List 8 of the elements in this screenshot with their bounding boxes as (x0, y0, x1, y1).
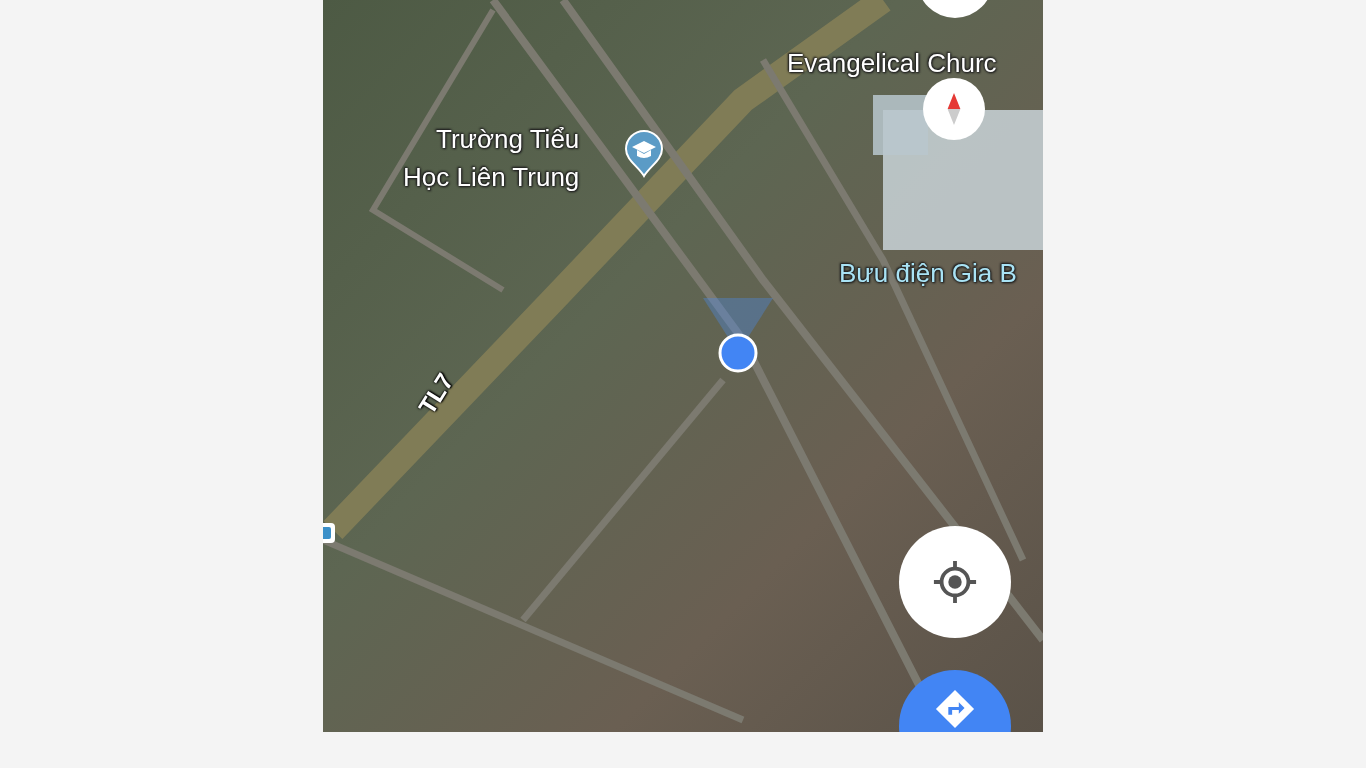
school-pin-icon[interactable] (624, 130, 664, 178)
crosshair-icon (932, 559, 978, 605)
road-label: TL7 (413, 368, 460, 420)
map-label[interactable]: Trường Tiểu Học Liên Trung (403, 120, 580, 196)
map-label[interactable]: Evangelical Churc (787, 44, 997, 82)
directions-icon (934, 688, 976, 730)
compass-icon (946, 93, 962, 125)
map-label[interactable]: Bưu điện Gia B (839, 254, 1017, 292)
